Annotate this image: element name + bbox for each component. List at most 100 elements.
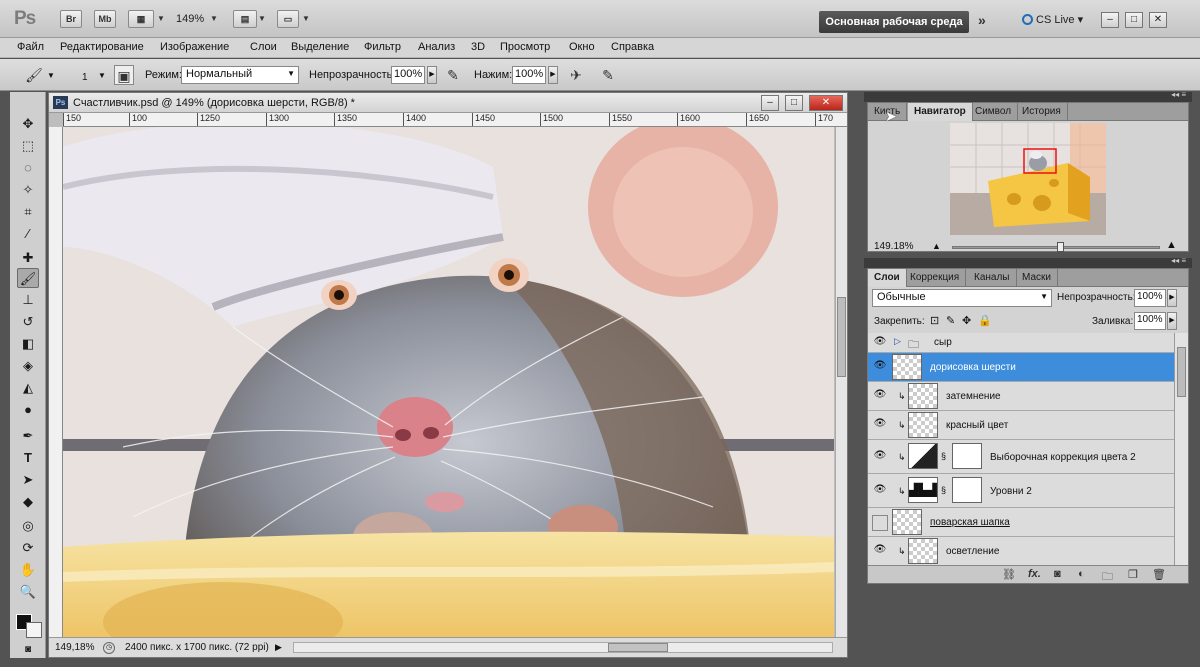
scrollbar-thumb[interactable] [1177,347,1186,397]
delete-layer-icon[interactable]: 🗑 [1152,568,1166,581]
paint-bucket-tool-icon[interactable]: ◈ [17,356,39,376]
tab-character[interactable]: Символ [969,103,1019,121]
new-layer-icon[interactable]: ❐ [1128,568,1138,581]
new-adjustment-layer-icon[interactable]: ◐ [1078,568,1085,580]
background-color-swatch[interactable] [26,622,42,638]
horizontal-scrollbar[interactable] [293,642,833,653]
navigator-zoom-slider[interactable] [952,242,1160,252]
tab-masks[interactable]: Маски [1016,269,1058,287]
image-canvas[interactable] [63,127,834,637]
layer-name[interactable]: Уровни 2 [990,486,1032,497]
chevron-down-icon[interactable]: ▼ [47,71,55,80]
mode-select[interactable]: Нормальный ▼ [181,66,299,84]
maximize-button[interactable]: □ [1125,12,1143,28]
mini-bridge-button[interactable]: Mb [94,10,116,28]
flow-input[interactable]: 100% [512,66,546,84]
zoom-level-select[interactable]: 149% [176,13,204,25]
more-workspaces-button[interactable]: » [978,12,986,28]
cs-live-button[interactable]: CS Live ▾ [1022,13,1083,26]
layer-name[interactable]: красный цвет [946,420,1008,431]
chevron-down-icon[interactable]: ▼ [210,14,218,23]
3d-orbit-tool-icon[interactable]: ⟳ [17,538,39,558]
menu-window[interactable]: Окно [569,41,595,53]
layer-row[interactable]: 👁 ↳ красный цвет [868,411,1174,440]
lock-transparent-icon[interactable]: ⊡ [930,314,939,327]
menu-select[interactable]: Выделение [291,41,349,53]
dodge-tool-icon[interactable]: ● [17,400,39,420]
tablet-size-icon[interactable]: ✎ [598,65,618,85]
menu-image[interactable]: Изображение [160,41,229,53]
lasso-tool-icon[interactable]: ◌ [17,158,39,178]
new-group-icon[interactable]: 🗀 [1102,568,1113,587]
doc-maximize-button[interactable]: □ [785,95,803,111]
tab-channels[interactable]: Каналы [968,269,1017,287]
layers-scrollbar[interactable] [1174,333,1188,565]
fill-input[interactable]: 100% [1134,312,1166,330]
zoom-tool-icon[interactable]: 🔍 [17,582,39,602]
brush-tool-icon[interactable]: 🖌 [17,268,39,288]
doc-close-button[interactable]: ✕ [809,95,843,111]
opacity-slider-button[interactable]: ▶ [427,66,437,84]
layer-style-icon[interactable]: fx. [1028,568,1041,580]
path-selection-tool-icon[interactable]: ➤ [17,470,39,490]
brush-size-value[interactable]: 1 [82,72,88,83]
layer-name[interactable]: осветление [946,546,999,557]
close-button[interactable]: ✕ [1149,12,1167,28]
clone-stamp-tool-icon[interactable]: ⊥ [17,290,39,310]
visibility-eye-icon[interactable]: 👁 [872,389,888,403]
slider-thumb[interactable] [1057,242,1064,252]
visibility-eye-icon[interactable]: 👁 [872,484,888,498]
visibility-eye-icon[interactable]: 👁 [872,336,888,350]
visibility-eye-icon[interactable]: 👁 [872,418,888,432]
tablet-opacity-icon[interactable]: ✎ [443,65,463,85]
status-zoom-value[interactable]: 149,18% [55,642,94,653]
visibility-eye-icon[interactable]: 👁 [872,544,888,558]
zoom-out-icon[interactable]: ▲ [932,241,941,251]
visibility-eye-icon[interactable]: 👁 [872,360,888,374]
link-chain-icon[interactable]: § [941,485,946,495]
navigator-thumbnail[interactable] [950,123,1106,235]
collapse-panels-icon[interactable]: ◂◂ ≡ [1171,256,1186,265]
menu-analysis[interactable]: Анализ [418,41,455,53]
blur-tool-icon[interactable]: ◭ [17,378,39,398]
pen-tool-icon[interactable]: ✒ [17,426,39,446]
layer-mask-thumbnail[interactable] [952,477,982,503]
chevron-down-icon[interactable]: ▼ [258,14,266,23]
type-tool-icon[interactable]: T [17,448,39,468]
chevron-down-icon[interactable]: ▼ [302,14,310,23]
blend-mode-select[interactable]: Обычные ▼ [872,289,1052,307]
link-layers-icon[interactable]: ⛓ [1002,568,1016,581]
tab-navigator[interactable]: Навигатор [908,103,973,121]
link-chain-icon[interactable]: § [941,451,946,461]
quick-selection-tool-icon[interactable]: ✧ [17,180,39,200]
flow-slider-button[interactable]: ▶ [548,66,558,84]
marquee-tool-icon[interactable]: ⬚ [17,136,39,156]
doc-minimize-button[interactable]: – [761,95,779,111]
scrollbar-thumb[interactable] [608,643,668,652]
workspace-switcher-button[interactable]: Основная рабочая среда [819,11,969,33]
navigator-zoom-value[interactable]: 149.18% [874,241,913,252]
chevron-down-icon[interactable]: ▼ [98,71,106,80]
menu-3d[interactable]: 3D [471,41,485,53]
menu-layers[interactable]: Слои [250,41,277,53]
layer-row[interactable]: 👁 ↳ осветление [868,537,1174,565]
collapse-panels-icon[interactable]: ◂◂ ≡ [1171,90,1186,99]
brush-panel-toggle-icon[interactable]: ▣ [114,65,134,85]
layer-name[interactable]: затемнение [946,391,1001,402]
opacity-input[interactable]: 100% [391,66,425,84]
tab-history[interactable]: История [1016,103,1068,121]
minimize-button[interactable]: – [1101,12,1119,28]
3d-rotate-tool-icon[interactable]: ◎ [17,516,39,536]
lock-position-icon[interactable]: ✥ [962,314,971,327]
extras-icon[interactable]: ▦ [128,10,154,28]
expand-arrow-icon[interactable]: ▷ [894,336,901,347]
visibility-eye-icon[interactable]: 👁 [872,450,888,464]
layer-row-adjustment[interactable]: 👁 ↳ § Выборочная коррекция цвета 2 [868,440,1174,474]
lock-all-icon[interactable]: 🔒 [978,314,992,327]
tab-layers[interactable]: Слои [868,269,907,287]
airbrush-icon[interactable]: ✈ [566,65,586,85]
arrange-documents-icon[interactable]: ▤ [233,10,257,28]
history-brush-tool-icon[interactable]: ↺ [17,312,39,332]
layer-row-hidden[interactable]: поварская шапка [868,508,1174,537]
healing-brush-tool-icon[interactable]: ✚ [17,248,39,268]
